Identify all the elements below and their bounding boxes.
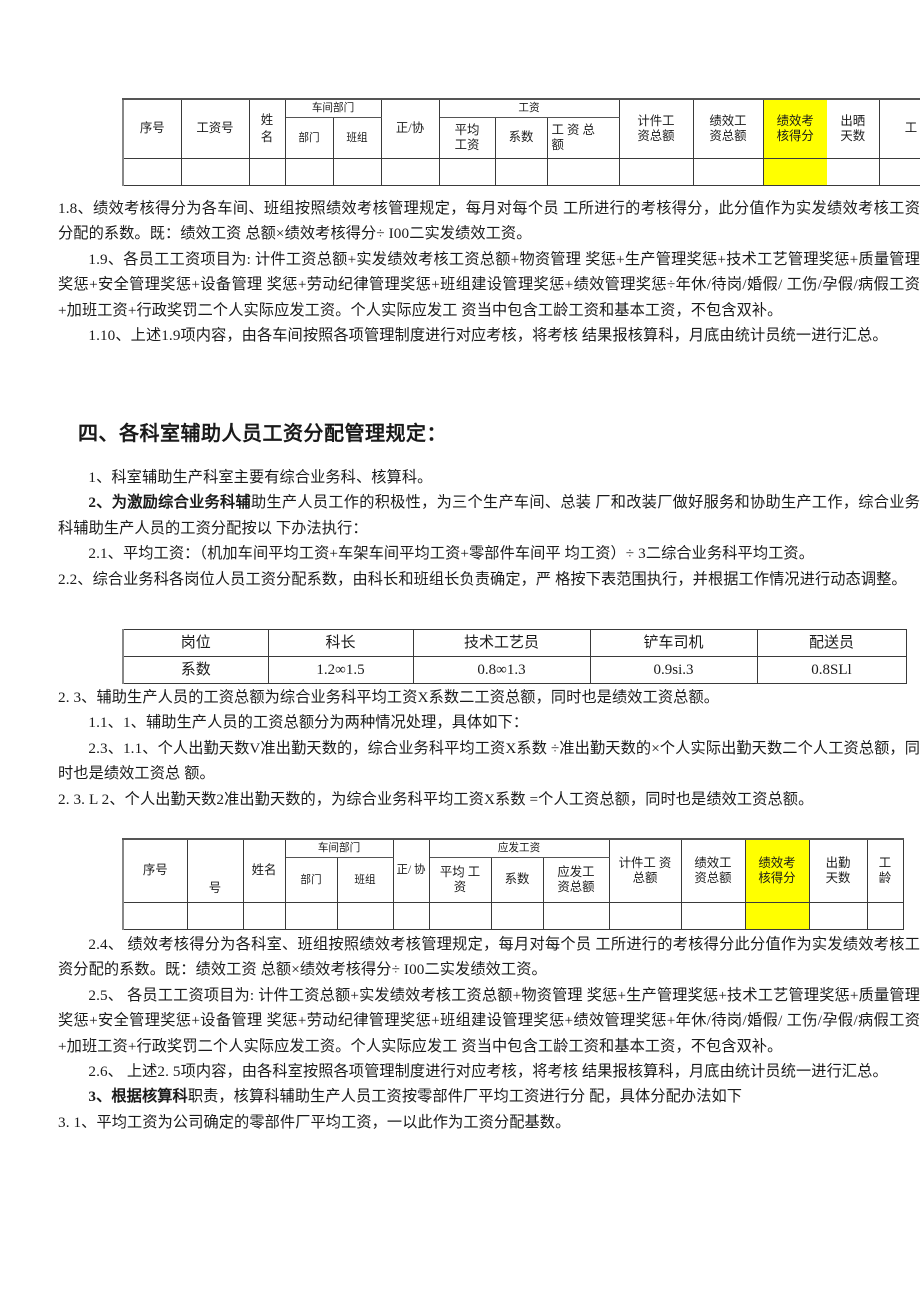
table-dept-assistant-salary-header: 序号 号 姓名 车间部门 正/ 协 应发工资 计件工 资 总额 绩效工 资总额 …	[122, 838, 920, 930]
th-attendance-days: 出晒 天数	[827, 98, 880, 159]
th-piece-total: 计件工 资总额	[618, 98, 694, 159]
para-1-1: 1.1、1、辅助生产人员的工资总额分为两种情况处理，具体如下：	[88, 714, 529, 732]
th-coefficient: 系数	[490, 857, 544, 903]
para-2-bold-lead: 2、为激励综合业务科辅	[88, 494, 251, 512]
th-seq: 序号	[122, 98, 182, 159]
th-seq: 序号	[122, 838, 188, 903]
th-dept: 部门	[284, 857, 338, 903]
table-row: 岗位 科长 技术工艺员 铲车司机 配送员	[122, 629, 907, 657]
cell-pos-3: 铲车司机	[589, 629, 758, 657]
th-avg-salary: 平均 工资	[438, 117, 496, 159]
table-row-empty	[122, 158, 920, 186]
para-2-4: 2.4、 绩效考核得分为各科室、班组按照绩效考核管理规定，每月对每个员 工所进行…	[58, 936, 920, 979]
para-2-6: 2.6、 上述2. 5项内容，由各科室按照各项管理制度进行对应考核，将考核 结果…	[88, 1063, 888, 1081]
th-name: 姓名	[242, 838, 286, 903]
para-2-2: 2.2、综合业务科各岗位人员工资分配系数，由科长和班组长负责确定，严 格按下表范…	[58, 570, 907, 588]
th-perf-score: 绩效考 核得分	[762, 98, 827, 159]
para-1-10: 1.10、上述1.9项内容，由各车间按照各项管理制度进行对应考核，将考核 结果报…	[88, 327, 888, 345]
cell-pos-4: 配送员	[756, 629, 907, 657]
cell-pos-1: 科长	[267, 629, 414, 657]
para-1-9: 1.9、各员工工资项目为: 计件工资总额+实发绩效考核工资总额+物资管理 奖惩+…	[58, 250, 920, 319]
para-3: 3、根据核算科职责，核算科辅助生产人员工资按零部件厂平均工资进行分 配，具体分配…	[58, 1084, 920, 1109]
table-position-coefficients: 岗位 科长 技术工艺员 铲车司机 配送员 系数 1.2∞1.5 0.8∞1.3 …	[122, 629, 907, 684]
table-row: 系数 1.2∞1.5 0.8∞1.3 0.9si.3 0.8SLl	[122, 656, 907, 684]
th-team: 班组	[336, 857, 394, 903]
para-2-3-l-2: 2. 3. L 2、个人出勤天数2准出勤天数的，为综合业务科平均工资X系数 =个…	[58, 790, 814, 808]
th-dept: 部门	[284, 117, 334, 159]
cell-coef-3: 0.9si.3	[589, 656, 758, 684]
cell-pos-2: 技术工艺员	[412, 629, 591, 657]
th-salary-group: 工资	[438, 98, 620, 118]
para-2-3: 2. 3、辅助生产人员的工资总额为综合业务科平均工资X系数二工资总额，同时也是绩…	[58, 689, 720, 706]
cell-coef-label: 系数	[122, 656, 269, 684]
th-perf-total: 绩效工 资总额	[692, 98, 764, 159]
th-seniority: 工 龄	[866, 838, 904, 903]
th-name: 姓 名	[248, 98, 286, 159]
th-payable-salary-group: 应发工资	[428, 838, 610, 858]
th-avg-salary: 平均 工 资	[428, 857, 492, 903]
document-page: 序号 工资号 姓 名 车间部门 正/协 工资 计件工 资总额 绩效工 资总额 绩…	[0, 0, 920, 1301]
th-workshop-dept-group: 车间部门	[284, 98, 382, 118]
th-salary-no: 号	[186, 838, 244, 903]
para-2-3-1-1: 2.3、1.1、个人出勤天数V准出勤天数的，综合业务科平均工资X系数 ÷准出勤天…	[58, 739, 920, 783]
th-perf-total: 绩效工 资总额	[680, 838, 746, 903]
cell-coef-4: 0.8SLl	[756, 656, 907, 684]
cell-coef-1: 1.2∞1.5	[267, 656, 414, 684]
para-1-8: 1.8、绩效考核得分为各车间、班组按照绩效考核管理规定，每月对每个员 工所进行的…	[58, 200, 920, 243]
para-3-bold-lead: 3、根据核算科	[88, 1088, 188, 1106]
para-3-rest: 职责，核算科辅助生产人员工资按零部件厂平均工资进行分 配，具体分配办法如下	[187, 1088, 743, 1106]
th-seniority: 工	[878, 98, 920, 159]
para-1: 1、科室辅助生产科室主要有综合业务科、核算科。	[88, 469, 433, 486]
th-salary-no: 工资号	[180, 98, 250, 159]
table-workshop-salary-header: 序号 工资号 姓 名 车间部门 正/协 工资 计件工 资总额 绩效工 资总额 绩…	[122, 98, 920, 186]
th-attendance-days: 出勤 天数	[808, 838, 868, 903]
th-salary-total: 工 资 总 额	[546, 117, 620, 159]
para-2: 2、为激励综合业务科辅助生产人员工作的积极性，为三个生产车间、总装 厂和改装厂做…	[58, 490, 920, 541]
th-coefficient: 系数	[494, 117, 548, 159]
th-payable-total: 应发工 资总额	[542, 857, 610, 903]
cell-coef-2: 0.8∞1.3	[412, 656, 591, 684]
th-formal-assist: 正/ 协	[392, 838, 430, 903]
th-formal-assist: 正/协	[380, 98, 440, 159]
section-heading-4: 四、各科室辅助人员工资分配管理规定：	[78, 423, 447, 445]
cell-pos-label: 岗位	[122, 629, 269, 657]
th-perf-score: 绩效考 核得分	[744, 838, 810, 903]
th-team: 班组	[332, 117, 382, 159]
th-piece-total: 计件工 资 总额	[608, 838, 682, 903]
th-workshop-dept-group: 车间部门	[284, 838, 394, 858]
para-2-5: 2.5、 各员工工资项目为: 计件工资总额+实发绩效考核工资总额+物资管理 奖惩…	[58, 986, 920, 1055]
para-2-1: 2.1、平均工资：（机加车间平均工资+车架车间平均工资+零部件车间平 均工资）÷…	[88, 545, 814, 563]
table-row-empty	[122, 902, 920, 930]
para-3-1: 3. 1、平均工资为公司确定的零部件厂平均工资，一以此作为工资分配基数。	[58, 1113, 571, 1131]
